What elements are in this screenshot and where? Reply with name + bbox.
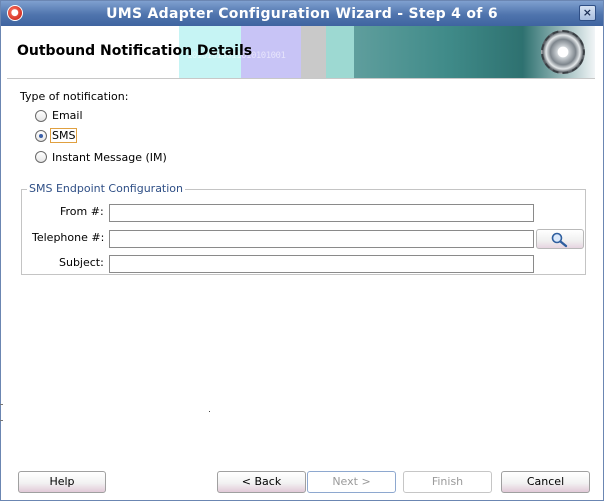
gear-icon xyxy=(541,30,585,74)
notification-type-label: Type of notification: xyxy=(20,90,129,103)
title-bar[interactable]: ● UMS Adapter Configuration Wizard - Ste… xyxy=(1,1,603,26)
telephone-label: Telephone #: xyxy=(32,231,105,244)
window-title: UMS Adapter Configuration Wizard - Step … xyxy=(106,5,498,22)
im-option-label[interactable]: Instant Message (IM) xyxy=(52,151,167,164)
telephone-search-button[interactable] xyxy=(536,229,584,249)
help-button[interactable]: Help xyxy=(18,471,106,493)
finish-button[interactable]: Finish xyxy=(403,471,492,493)
wizard-header: 10101010011010101001 Outbound Notificati… xyxy=(7,26,595,79)
edge-tick xyxy=(0,420,3,421)
wizard-window: ● UMS Adapter Configuration Wizard - Ste… xyxy=(0,0,604,501)
edge-tick xyxy=(0,404,3,405)
page-title: Outbound Notification Details xyxy=(17,43,253,59)
close-button[interactable]: × xyxy=(579,5,596,21)
from-label: From #: xyxy=(60,205,104,218)
next-button[interactable]: Next > xyxy=(307,471,396,493)
from-field[interactable] xyxy=(109,204,534,222)
im-radio[interactable] xyxy=(35,151,47,163)
sms-radio[interactable] xyxy=(35,130,47,142)
cancel-button[interactable]: Cancel xyxy=(501,471,590,493)
sms-endpoint-legend: SMS Endpoint Configuration xyxy=(27,182,186,195)
email-radio[interactable] xyxy=(35,110,47,122)
email-option-label[interactable]: Email xyxy=(52,109,83,122)
back-button[interactable]: < Back xyxy=(217,471,306,493)
magnifier-icon xyxy=(551,232,568,248)
subject-label: Subject: xyxy=(59,256,104,269)
stray-dot xyxy=(209,411,210,412)
telephone-field[interactable] xyxy=(109,230,534,248)
sms-option-label[interactable]: SMS xyxy=(50,128,78,143)
oracle-logo-icon: ● xyxy=(7,5,23,21)
subject-field[interactable] xyxy=(109,255,534,273)
